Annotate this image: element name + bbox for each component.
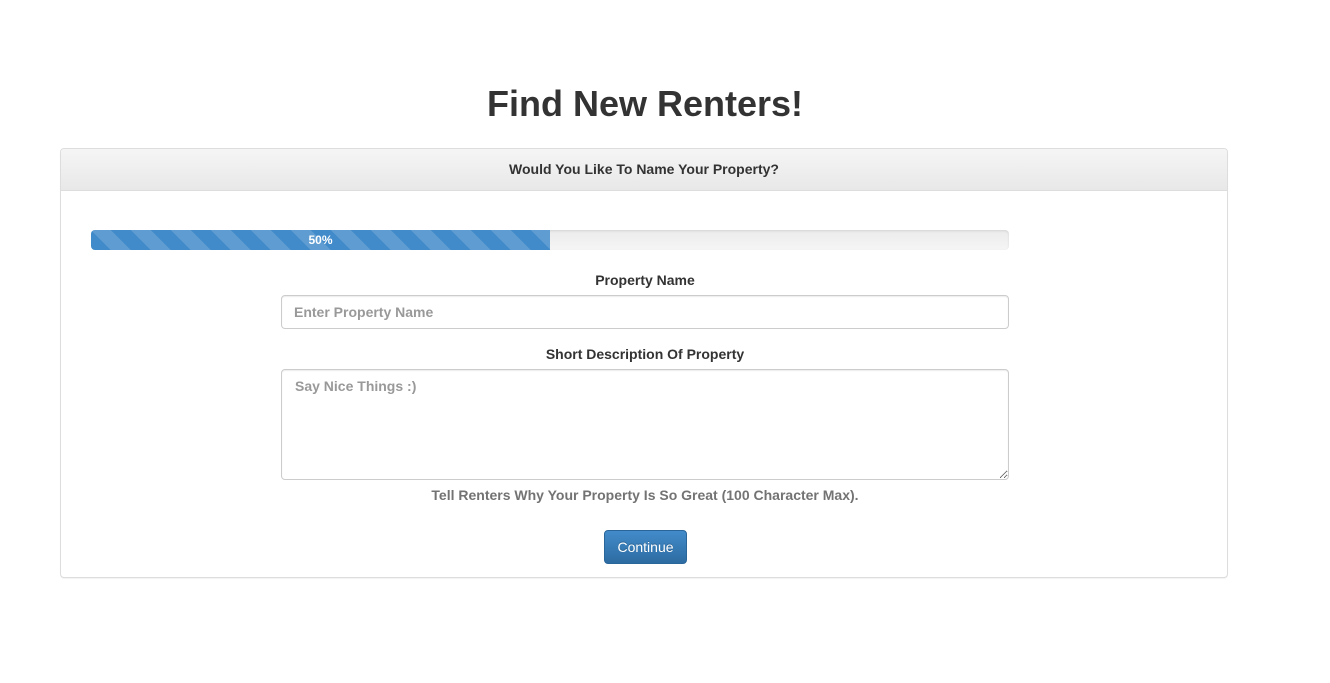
description-textarea[interactable] (281, 369, 1009, 480)
property-name-label: Property Name (595, 272, 695, 288)
description-help-text: Tell Renters Why Your Property Is So Gre… (431, 487, 859, 503)
progress-bar-fill: 50% (91, 230, 550, 250)
page-title: Find New Renters! (486, 83, 804, 124)
continue-button[interactable]: Continue (604, 530, 687, 564)
property-name-input[interactable] (281, 295, 1009, 329)
description-label: Short Description Of Property (545, 346, 745, 362)
progress-bar-track: 50% (91, 230, 1009, 250)
panel-heading: Would You Like To Name Your Property? (61, 149, 1227, 191)
wizard-panel: Would You Like To Name Your Property? 50… (60, 148, 1228, 578)
